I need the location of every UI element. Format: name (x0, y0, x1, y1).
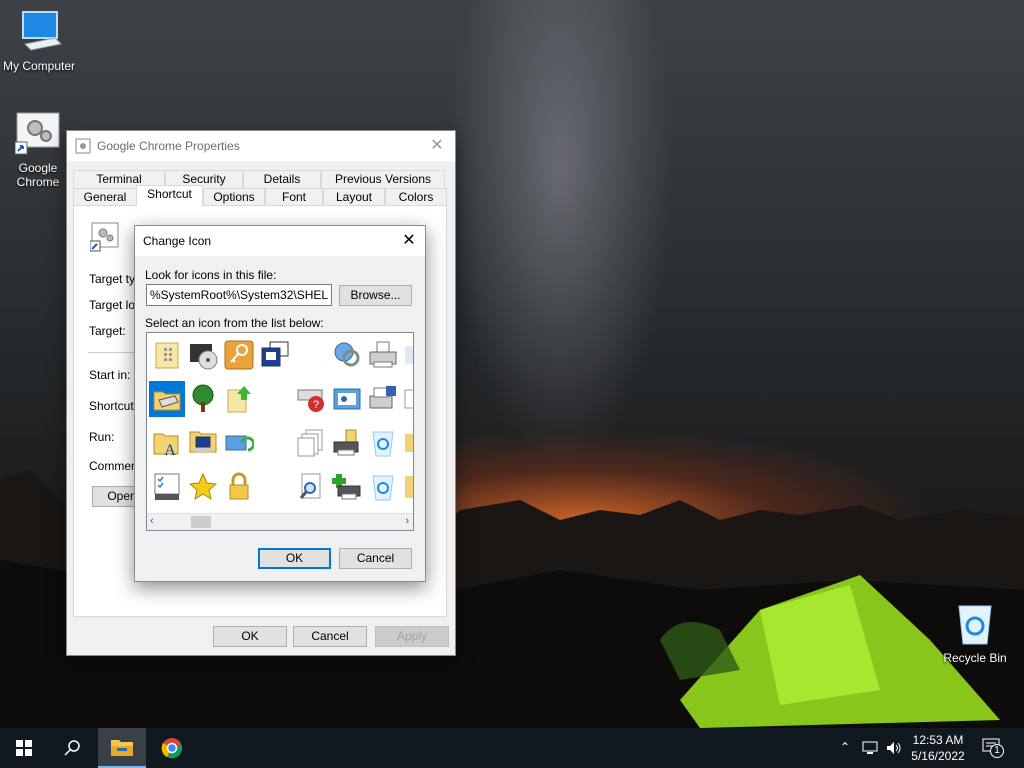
notification-center-icon[interactable]: 1 (982, 738, 1008, 760)
file-explorer-icon[interactable] (98, 728, 146, 768)
volume-icon[interactable] (886, 740, 902, 756)
select-icon-label: Select an icon from the list below: (145, 316, 324, 330)
recycle-bin-icon[interactable] (365, 425, 401, 461)
grid-file-icon[interactable] (149, 337, 185, 373)
desktop-icon-google-chrome[interactable]: Google Chrome (0, 112, 76, 189)
network-sync-icon[interactable] (221, 425, 257, 461)
cancel-button[interactable]: Cancel (293, 626, 367, 647)
file-up-arrow-icon[interactable] (221, 381, 257, 417)
cd-drive-icon[interactable] (185, 337, 221, 373)
apply-button[interactable]: Apply (375, 626, 449, 647)
close-icon[interactable]: ✕ (427, 136, 447, 156)
folder-computer-icon[interactable] (185, 425, 221, 461)
add-printer-icon[interactable] (329, 469, 365, 505)
partial-icon[interactable] (401, 337, 413, 373)
printer-icon[interactable] (365, 337, 401, 373)
tab-colors[interactable]: Colors (385, 188, 447, 206)
star-icon[interactable] (185, 469, 221, 505)
ok-button[interactable]: OK (258, 548, 331, 569)
window-program-icon[interactable] (257, 337, 293, 373)
chrome-icon[interactable] (148, 728, 196, 768)
cancel-button[interactable]: Cancel (339, 548, 412, 569)
tab-font[interactable]: Font (265, 188, 323, 206)
chrome-shortcut-icon (14, 112, 60, 155)
desktop-icon-label-line2: Chrome (16, 175, 60, 189)
copy-files-icon[interactable] (293, 425, 329, 461)
title-bar[interactable]: Google Chrome Properties ✕ (67, 131, 455, 161)
shortcut-icon (90, 222, 119, 252)
desktop-icon-label: My Computer (2, 59, 76, 73)
task-list-icon[interactable] (149, 469, 185, 505)
font-folder-icon[interactable]: A (149, 425, 185, 461)
change-icon-dialog: Change Icon ✕ Look for icons in this fil… (134, 225, 426, 582)
printer-folder-icon[interactable] (329, 425, 365, 461)
search-icon[interactable] (48, 728, 96, 768)
start-icon[interactable] (0, 728, 48, 768)
ok-button[interactable]: OK (213, 626, 287, 647)
scroll-thumb[interactable] (191, 516, 211, 528)
tab-options[interactable]: Options (203, 188, 265, 206)
target-label: Target: (89, 324, 126, 338)
scroll-left-icon[interactable]: ‹ (150, 515, 154, 527)
close-icon[interactable]: ✕ (399, 231, 419, 251)
desktop-icon-recycle-bin[interactable]: Recycle Bin (937, 602, 1013, 665)
recycle-bin-full-icon[interactable] (365, 469, 401, 505)
show-hidden-icons-icon[interactable]: ⌃ (840, 740, 850, 754)
desktop-icon-label: Recycle Bin (943, 651, 1007, 665)
horizontal-scrollbar[interactable]: ‹ › (147, 513, 413, 530)
partial-icon[interactable] (401, 425, 413, 461)
computer-icon (22, 11, 63, 51)
look-for-icons-label: Look for icons in this file: (145, 268, 277, 282)
icon-list[interactable]: ? A ‹ › (146, 332, 414, 531)
taskbar: ⌃ 12:53 AM 5/16/2022 1 (0, 728, 1024, 768)
globe-search-icon[interactable] (329, 337, 365, 373)
control-panel-icon[interactable] (329, 381, 365, 417)
key-icon[interactable] (221, 337, 257, 373)
printer-disk-icon[interactable] (365, 381, 401, 417)
search-file-icon[interactable] (293, 469, 329, 505)
folder-drive-icon[interactable] (149, 381, 185, 417)
desktop-icon-my-computer[interactable]: My Computer (1, 8, 77, 73)
recycle-bin-icon (958, 605, 992, 645)
tab-previous-versions[interactable]: Previous Versions (321, 170, 445, 188)
notification-count-badge: 1 (990, 744, 1004, 758)
svg-text:?: ? (313, 399, 319, 411)
app-icon (75, 138, 91, 154)
tab-general[interactable]: General (73, 188, 137, 206)
desktop-icon-label-line1: Google (18, 161, 58, 175)
dialog-title-bar[interactable]: Change Icon ✕ (135, 226, 425, 256)
svg-text:A: A (164, 442, 176, 458)
run-label: Run: (89, 430, 115, 444)
clock-date[interactable]: 5/16/2022 (908, 749, 968, 763)
tree-icon[interactable] (185, 381, 221, 417)
network-icon[interactable] (862, 740, 878, 756)
tab-layout[interactable]: Layout (323, 188, 385, 206)
tab-details[interactable]: Details (243, 170, 321, 188)
browse-button[interactable]: Browse... (339, 285, 412, 306)
clock-time[interactable]: 12:53 AM (908, 733, 968, 747)
lock-icon[interactable] (221, 469, 257, 505)
window-title: Google Chrome Properties (97, 139, 240, 153)
tab-shortcut[interactable]: Shortcut (136, 185, 203, 206)
scroll-right-icon[interactable]: › (405, 515, 409, 527)
error-device-icon[interactable]: ? (293, 381, 329, 417)
icon-file-path-input[interactable] (146, 284, 332, 306)
partial-icon[interactable] (401, 469, 413, 505)
partial-icon[interactable] (401, 381, 413, 417)
dialog-title: Change Icon (143, 234, 212, 248)
start-in-label: Start in: (89, 368, 131, 382)
